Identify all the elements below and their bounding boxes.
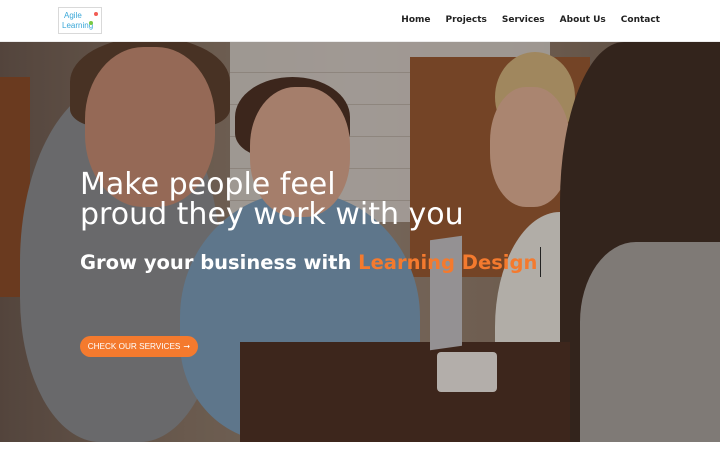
hero-headline-line2: proud they work with you (80, 197, 464, 232)
page-bottom-strip (0, 442, 720, 450)
hero-subheading-prefix: Grow your business with (80, 251, 359, 274)
logo-text-line1: Agile (64, 11, 82, 20)
nav-about-us[interactable]: About Us (560, 15, 606, 25)
nav-projects[interactable]: Projects (445, 15, 486, 25)
hero-section: Make people feel proud they work with yo… (0, 42, 720, 442)
arrow-right-icon: ➞ (183, 342, 191, 351)
check-our-services-button[interactable]: CHECK OUR SERVICES ➞ (80, 336, 198, 357)
agile-learning-logo[interactable]: Agile Learning (58, 7, 102, 34)
hero-overlay (0, 42, 720, 442)
logo-spark-icon (89, 21, 93, 25)
hero-subheading: Grow your business with Learning Design (80, 247, 542, 277)
nav-contact[interactable]: Contact (621, 15, 660, 25)
hero-subheading-accent: Learning Design (358, 251, 538, 274)
hero-headline-line1: Make people feel (80, 167, 336, 202)
main-nav: Home Projects Services About Us Contact (401, 15, 660, 25)
cta-label: CHECK OUR SERVICES (87, 342, 181, 351)
logo-dot-icon (94, 12, 98, 16)
hero-headline: Make people feel proud they work with yo… (80, 170, 464, 230)
top-navbar: Agile Learning Home Projects Services Ab… (0, 0, 720, 42)
typing-caret (540, 247, 542, 277)
nav-services[interactable]: Services (502, 15, 545, 25)
nav-home[interactable]: Home (401, 15, 430, 25)
